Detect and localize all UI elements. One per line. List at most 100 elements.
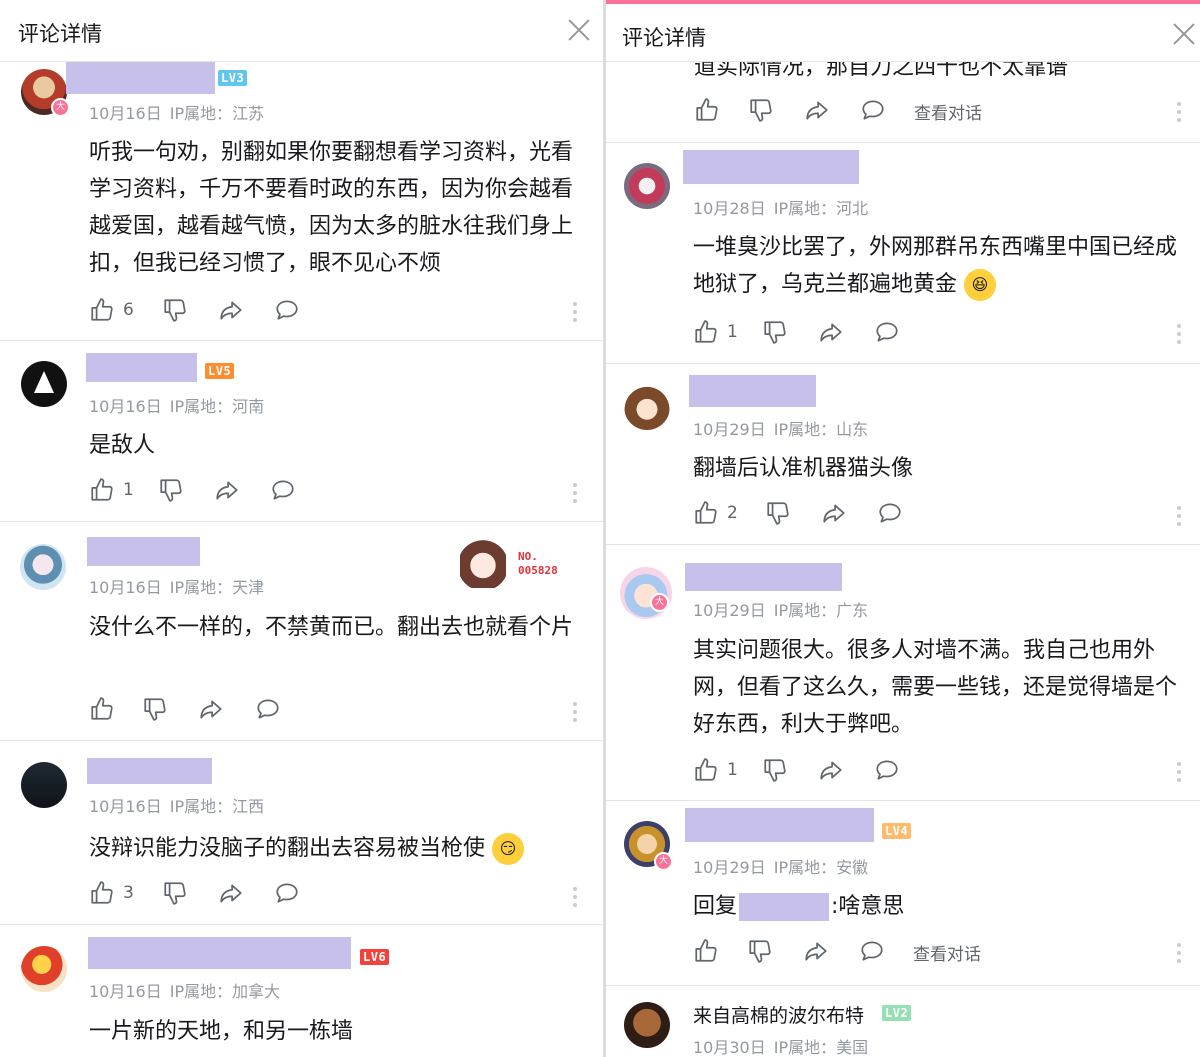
thumb-down-icon xyxy=(762,319,788,345)
view-dialog-link[interactable]: 查看对话 xyxy=(913,940,981,965)
share-button[interactable] xyxy=(804,97,830,123)
reply-button[interactable] xyxy=(860,97,886,123)
fan-card-decoration: NO. 005828 xyxy=(460,536,570,592)
dislike-button[interactable] xyxy=(762,757,788,783)
more-options-icon[interactable] xyxy=(1177,324,1181,344)
dislike-button[interactable] xyxy=(158,477,184,503)
like-button[interactable]: 1 xyxy=(693,757,738,783)
close-icon[interactable] xyxy=(1170,20,1198,48)
user-avatar[interactable] xyxy=(21,762,67,808)
more-options-icon[interactable] xyxy=(1177,762,1181,782)
comment-actions xyxy=(89,696,589,726)
dislike-button[interactable] xyxy=(748,97,774,123)
like-button[interactable]: 2 xyxy=(693,500,738,526)
thumb-down-icon xyxy=(142,696,168,722)
comment-icon xyxy=(874,319,900,345)
like-button[interactable] xyxy=(694,97,720,123)
user-avatar[interactable] xyxy=(20,544,66,590)
comment-date: 10月16日 xyxy=(89,578,162,597)
redacted-username[interactable] xyxy=(689,375,816,407)
more-options-icon[interactable] xyxy=(573,302,577,322)
view-dialog-link[interactable]: 查看对话 xyxy=(914,99,982,124)
thumb-down-icon xyxy=(765,500,791,526)
redacted-username[interactable] xyxy=(88,937,351,969)
redacted-username[interactable] xyxy=(86,353,197,382)
fan-card-number: 005828 xyxy=(518,564,558,577)
redacted-username[interactable] xyxy=(685,808,874,842)
share-button[interactable] xyxy=(803,938,829,964)
share-button[interactable] xyxy=(821,500,847,526)
user-avatar[interactable] xyxy=(624,1002,670,1048)
comment-ip-location: IP属地：美国 xyxy=(773,1038,869,1057)
share-button[interactable] xyxy=(198,696,224,722)
more-options-icon[interactable] xyxy=(573,887,577,907)
comment-item: 来自高棉的波尔布特 LV2 10月30日 IP属地：美国 xyxy=(606,986,1200,1057)
reply-button[interactable] xyxy=(274,880,300,906)
reply-button[interactable] xyxy=(859,938,885,964)
reply-button[interactable] xyxy=(874,757,900,783)
comment-text: 没辩识能力没脑子的翻出去容易被当枪使 😏 xyxy=(89,830,525,867)
dislike-button[interactable] xyxy=(747,938,773,964)
comment-item: 大 LV4 10月29日 IP属地：安徽 回复:啥意思 查看对话 xyxy=(606,801,1200,986)
reply-button[interactable] xyxy=(877,500,903,526)
level-badge: LV5 xyxy=(205,363,235,379)
panel-header: 评论详情 xyxy=(606,0,1200,62)
redacted-reply-target[interactable] xyxy=(739,893,830,921)
comment-icon xyxy=(255,696,281,722)
comment-date: 10月16日 xyxy=(89,797,162,816)
more-options-icon[interactable] xyxy=(573,483,577,503)
reply-button[interactable] xyxy=(874,319,900,345)
username[interactable]: 来自高棉的波尔布特 xyxy=(693,1001,864,1028)
more-options-icon[interactable] xyxy=(1177,102,1181,122)
user-avatar[interactable] xyxy=(624,384,670,430)
comment-meta: 10月16日 IP属地：天津 xyxy=(89,574,264,598)
share-button[interactable] xyxy=(818,757,844,783)
user-avatar[interactable] xyxy=(620,567,672,619)
comment-item: 10月16日 IP属地：江西 没辩识能力没脑子的翻出去容易被当枪使 😏 3 xyxy=(0,741,603,925)
share-button[interactable] xyxy=(818,319,844,345)
user-avatar[interactable] xyxy=(21,361,67,407)
thumb-up-icon xyxy=(89,880,115,906)
like-button[interactable]: 1 xyxy=(693,319,738,345)
close-icon[interactable] xyxy=(565,16,593,44)
redacted-username[interactable] xyxy=(683,150,859,184)
redacted-username[interactable] xyxy=(685,563,842,591)
dislike-button[interactable] xyxy=(162,880,188,906)
like-count: 6 xyxy=(123,300,134,320)
dislike-button[interactable] xyxy=(162,297,188,323)
more-options-icon[interactable] xyxy=(1177,943,1181,963)
user-avatar[interactable] xyxy=(21,946,67,992)
share-icon xyxy=(821,500,847,526)
comment-ip-location: IP属地：天津 xyxy=(169,578,265,597)
comment-ip-location: IP属地：河南 xyxy=(169,397,265,416)
like-button[interactable]: 3 xyxy=(89,880,134,906)
more-options-icon[interactable] xyxy=(573,702,577,722)
comment-actions: 1 xyxy=(693,319,1193,349)
redacted-username[interactable] xyxy=(87,758,212,784)
like-button[interactable]: 6 xyxy=(89,297,134,323)
share-button[interactable] xyxy=(218,297,244,323)
vip-badge: 大 xyxy=(51,98,70,117)
share-button[interactable] xyxy=(214,477,240,503)
dislike-button[interactable] xyxy=(762,319,788,345)
share-button[interactable] xyxy=(218,880,244,906)
redacted-username[interactable] xyxy=(87,537,200,566)
comment-text-body: 没辩识能力没脑子的翻出去容易被当枪使 xyxy=(89,836,486,861)
reply-button[interactable] xyxy=(274,297,300,323)
comment-text: 一片新的天地，和另一栋墙 xyxy=(89,1019,354,1044)
like-button[interactable] xyxy=(89,696,115,722)
comment-text: 其实问题很大。很多人对墙不满。我自己也用外网，但看了这么久，需要一些钱，还是觉得… xyxy=(693,638,1178,737)
dislike-button[interactable] xyxy=(765,500,791,526)
redacted-username[interactable] xyxy=(66,60,215,94)
reply-button[interactable] xyxy=(255,696,281,722)
like-button[interactable] xyxy=(693,938,719,964)
comment-icon xyxy=(877,500,903,526)
share-icon xyxy=(818,319,844,345)
like-button[interactable]: 1 xyxy=(89,477,134,503)
comment-meta: 10月16日 IP属地：河南 xyxy=(89,393,264,417)
dislike-button[interactable] xyxy=(142,696,168,722)
more-options-icon[interactable] xyxy=(1177,506,1181,526)
user-avatar[interactable] xyxy=(624,163,670,209)
thumb-up-icon xyxy=(89,477,115,503)
reply-button[interactable] xyxy=(270,477,296,503)
